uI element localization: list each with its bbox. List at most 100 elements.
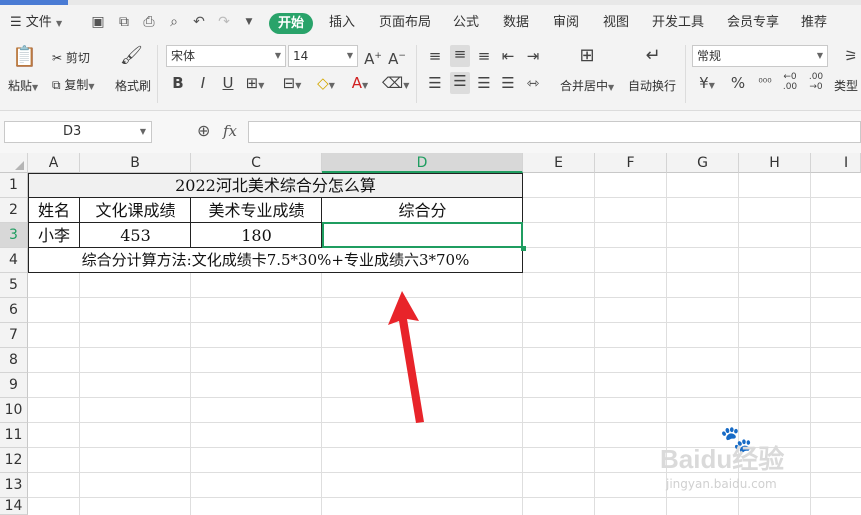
merge-center-icon[interactable]: ⊞ [574,47,600,65]
grid-line [28,347,861,348]
header-cell-art-score[interactable]: 美术专业成绩 [191,198,322,223]
row-header[interactable]: 14 [0,498,28,515]
format-painter-button[interactable]: 格式刷 [115,77,151,94]
note-cell-merged[interactable]: 综合分计算方法:文化成绩卡7.5*30%+专业成绩六3*70% [28,248,523,273]
save-icon[interactable]: ▣ [90,14,106,30]
column-header[interactable]: B [80,153,191,173]
tab-recommend[interactable]: 推荐 [801,13,827,33]
decrease-font-icon[interactable]: A− [388,47,406,68]
row-header-selected[interactable]: 3 [0,223,28,248]
tab-page-layout[interactable]: 页面布局 [379,13,431,33]
row-header[interactable]: 6 [0,298,28,323]
tab-start[interactable]: 开始 [269,13,313,34]
print-icon[interactable]: ⎙ [141,14,157,30]
copy-button[interactable]: ⧉ 复制▼ [52,76,95,93]
font-color-icon[interactable]: A▼ [348,74,372,95]
row-header[interactable]: 11 [0,423,28,448]
currency-button[interactable]: ¥▼ [696,74,718,95]
redo-icon[interactable]: ↷ [216,14,232,30]
paste-button[interactable]: 粘贴▼ [8,77,38,94]
row-header[interactable]: 7 [0,323,28,348]
quick-access-more-icon[interactable]: ▼ [241,14,257,30]
align-left-icon[interactable]: ☰ [427,74,443,92]
row-header[interactable]: 2 [0,198,28,223]
font-name-select[interactable]: 宋体 ▼ [166,45,286,67]
file-menu[interactable]: ☰ 文件 ▼ [10,13,62,33]
header-cell-name[interactable]: 姓名 [28,198,80,223]
row-header[interactable]: 4 [0,248,28,273]
column-header[interactable]: E [523,153,595,173]
row-header[interactable]: 13 [0,473,28,498]
header-cell-composite[interactable]: 综合分 [322,198,523,223]
font-size-select[interactable]: 14 ▼ [288,45,358,67]
decrease-decimal-icon[interactable]: .00 →0 [806,72,826,92]
indent-increase-icon[interactable]: ⇥ [524,47,542,65]
row-header[interactable]: 10 [0,398,28,423]
column-header[interactable]: G [667,153,739,173]
formula-input[interactable] [248,121,861,143]
export-icon[interactable]: ⧉ [116,14,132,30]
column-header[interactable]: I [811,153,861,173]
tab-insert[interactable]: 插入 [329,13,355,33]
align-middle-icon[interactable]: ≡ [450,45,470,67]
wrap-text-button[interactable]: 自动换行 [628,77,676,94]
tab-member[interactable]: 会员专享 [727,13,779,33]
cell-type-button[interactable]: 类型 [834,77,858,94]
justify-icon[interactable]: ☰ [499,74,517,92]
fill-color-icon[interactable]: ◇▼ [314,74,338,95]
number-format-select[interactable]: 常规 ▼ [692,45,828,67]
tab-review[interactable]: 审阅 [553,13,579,33]
data-cell-culture-score[interactable]: 453 [80,223,191,248]
print-preview-icon[interactable]: ⌕ [166,14,182,30]
undo-icon[interactable]: ↶ [191,14,207,30]
align-top-icon[interactable]: ≡ [427,47,443,65]
wrap-text-icon[interactable]: ↵ [642,47,664,65]
underline-icon[interactable]: U [220,74,236,92]
row-header[interactable]: 12 [0,448,28,473]
italic-icon[interactable]: I [195,74,211,92]
column-header[interactable]: H [739,153,811,173]
thousands-icon[interactable]: ⁰⁰⁰ [754,74,776,92]
align-center-icon[interactable]: ☰ [450,72,470,94]
zoom-search-icon[interactable]: ⊕ [197,121,210,140]
column-header-selected[interactable]: D [322,153,523,173]
data-cell-name[interactable]: 小李 [28,223,80,248]
title-cell-merged[interactable]: 2022河北美术综合分怎么算 [28,173,523,198]
data-cell-art-score[interactable]: 180 [191,223,322,248]
name-box[interactable]: D3 ▼ [4,121,152,143]
fill-pattern-icon[interactable]: ⊟▼ [280,74,304,95]
row-header[interactable]: 9 [0,373,28,398]
fill-handle[interactable] [521,246,526,251]
increase-font-icon[interactable]: A+ [364,47,382,68]
watermark-brand: Baidu经验 [660,444,785,474]
format-painter-icon[interactable]: 🖌 [120,47,143,65]
align-bottom-icon[interactable]: ≡ [476,47,492,65]
column-header[interactable]: C [191,153,322,173]
clear-format-icon[interactable]: ⌫▼ [382,74,409,95]
cut-button[interactable]: ✂ 剪切 [52,49,90,66]
column-header[interactable]: F [595,153,667,173]
increase-decimal-icon[interactable]: ←0.00 [780,72,800,92]
row-header[interactable]: 1 [0,173,28,198]
column-header[interactable]: A [28,153,80,173]
merge-center-button[interactable]: 合并居中▼ [560,77,614,94]
indent-decrease-icon[interactable]: ⇤ [499,47,517,65]
tab-data[interactable]: 数据 [503,13,529,33]
select-all-corner[interactable] [0,153,28,173]
percent-button[interactable]: % [730,74,746,92]
row-header[interactable]: 8 [0,348,28,373]
tab-developer[interactable]: 开发工具 [652,13,704,33]
paste-icon[interactable]: 📋 [12,46,37,66]
cell-type-icon[interactable]: ⚞ [842,47,860,65]
tab-view[interactable]: 视图 [603,13,629,33]
distributed-icon[interactable]: ⇿ [524,74,542,92]
function-icon[interactable]: fx [223,122,237,140]
active-cell-selection[interactable] [322,222,523,248]
tab-formulas[interactable]: 公式 [453,13,479,33]
bold-icon[interactable]: B [170,74,186,92]
header-cell-culture-score[interactable]: 文化课成绩 [80,198,191,223]
align-right-icon[interactable]: ☰ [476,74,492,92]
border-icon[interactable]: ⊞▼ [244,74,266,95]
row-header[interactable]: 5 [0,273,28,298]
grid-line [28,397,861,398]
